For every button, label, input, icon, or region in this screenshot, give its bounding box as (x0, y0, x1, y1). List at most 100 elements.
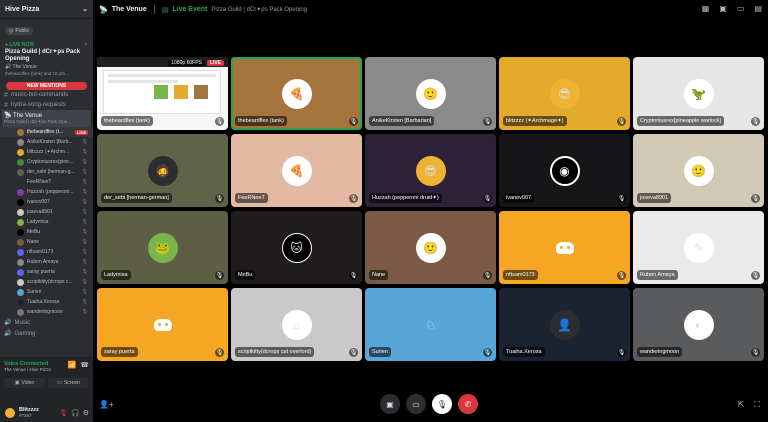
server-header[interactable]: Hive Pizza ⌄ (0, 0, 93, 19)
channel-the-venue[interactable]: 📡 The Venue Pizza Guild | dCr✦ps Pack Op… (2, 110, 91, 127)
voice-user[interactable]: FeeRNeeT 🎙 (0, 177, 93, 187)
participant-name: Cryptoniusrex[pineapple warlock] (637, 116, 725, 126)
screen-share-control[interactable]: ▭ (406, 394, 426, 414)
mic-muted-icon: 🎙 (349, 117, 358, 126)
voice-user[interactable]: joseva8901 🎙 (0, 207, 93, 217)
signal-icon[interactable]: 📶 (68, 361, 77, 369)
voice-user-name: Cryptoniusrex(pine... (27, 159, 74, 165)
channel-music-bot-commands[interactable]: # music-bot-commands (0, 90, 93, 100)
participant-tile[interactable]: 🙂 Nane 🎙 (365, 211, 496, 284)
popout-icon[interactable]: ⇱ (738, 400, 745, 410)
live-event-label[interactable]: Live Event (172, 6, 207, 13)
mic-muted-icon: 🎙 (81, 249, 88, 255)
participant-tile[interactable]: 🙂 AnikeKirsten [Barbarian] 🎙 (365, 57, 496, 130)
mic-muted-icon: 🎙 (617, 194, 626, 203)
category-gaming[interactable]: 🔊 Gaming (0, 328, 93, 339)
close-icon[interactable]: ✕ (84, 42, 88, 48)
voice-user[interactable]: saray puerta 🎙 (0, 267, 93, 277)
live-event-title: Pizza Guild | dCr✦ps Pack Opening (5, 49, 81, 62)
voice-user[interactable]: Cryptoniusrex(pine... 🎙 (0, 157, 93, 167)
participant-tile[interactable]: 🐱 MeBu 🎙 (231, 211, 362, 284)
voice-user[interactable]: thebeardflex (t... LIVE (0, 127, 93, 137)
discord-logo-icon (550, 233, 580, 263)
grid-view-icon[interactable]: ▦ (702, 4, 710, 13)
avatar (17, 238, 24, 246)
voice-user[interactable]: Tuaiha.Xerosa 🎙 (0, 297, 93, 307)
voice-user[interactable]: Surien 🎙 (0, 287, 93, 297)
mic-muted-icon[interactable]: 🎙 (59, 409, 68, 417)
leave-call-button[interactable]: ✆ (458, 394, 478, 414)
avatar: 🙂 (415, 78, 446, 109)
participant-tile[interactable]: ♘ Surien 🎙 (365, 288, 496, 361)
voice-user[interactable]: Nane 🎙 (0, 237, 93, 247)
avatar (17, 158, 24, 166)
participant-tile[interactable]: 😎 blitzzzz (✦Archmage✦) 🎙 (499, 57, 630, 130)
voice-user[interactable]: wanderingmoon 🎙 (0, 307, 93, 317)
fullscreen-icon[interactable]: ⛶ (754, 400, 760, 410)
voice-user-name: Ladymisa (27, 219, 49, 225)
voice-user[interactable]: der_sebi [herman-g... 🎙 (0, 167, 93, 177)
participant-tile[interactable]: saray puerta 🎙 (97, 288, 228, 361)
gear-icon[interactable]: ⚙ (83, 409, 89, 417)
avatar (17, 278, 24, 286)
participant-tile[interactable]: ✎ Ruben Amaya 🎙 (633, 211, 764, 284)
screen-share-button[interactable]: ▭ Screen (48, 378, 89, 388)
avatar: 🐸 (147, 232, 178, 263)
category-music[interactable]: 🔊 Music (0, 317, 93, 328)
participant-name: der_sebi [herman-german] (101, 193, 172, 203)
participant-tile[interactable]: 🐸 Ladymisa 🎙 (97, 211, 228, 284)
voice-user[interactable]: nftsam0173 🎙 (0, 247, 93, 257)
avatar: 🙂 (683, 155, 714, 186)
mic-muted-icon: 🎙 (81, 189, 88, 195)
voice-user[interactable]: Ladymisa 🎙 (0, 217, 93, 227)
voice-location[interactable]: The Venue / Hive Pizza (4, 367, 51, 372)
voice-user[interactable]: Ruben Amaya 🎙 (0, 257, 93, 267)
headphones-icon[interactable]: 🎧 (71, 409, 80, 417)
live-now-label: ● LIVE NOW (5, 42, 35, 48)
inbox-icon[interactable]: ▤ (754, 4, 762, 13)
voice-user[interactable]: scriptkitty(dcrops c... 🎙 (0, 277, 93, 287)
participant-tile[interactable]: ⌂ scriptkitty(dcrops cat overlord) 🎙 (231, 288, 362, 361)
participant-tile[interactable]: ◉ ivanov007 🎙 (499, 134, 630, 207)
screen-share-tile[interactable]: 1080p 60FPS LIVE thebeardflex (tank) 🎙 (97, 57, 228, 130)
participant-tile[interactable]: nftsam0173 🎙 (499, 211, 630, 284)
video-button[interactable]: ▣ Video (4, 378, 45, 388)
camera-toggle-button[interactable]: ▣ (380, 394, 400, 414)
participant-tile[interactable]: 🙂 joseva8901 🎙 (633, 134, 764, 207)
voice-user-name: Huzzah (pepperoni... (27, 189, 74, 195)
mic-muted-icon: 🎙 (81, 279, 88, 285)
server-name: Hive Pizza (5, 5, 40, 13)
voice-user[interactable]: ivanov007 🎙 (0, 197, 93, 207)
participant-tile[interactable]: 👤 Tuaiha.Xerosa 🎙 (499, 288, 630, 361)
voice-user[interactable]: blitzzzz (✦Archm... 🎙 (0, 147, 93, 157)
participant-tile[interactable]: 🧔 der_sebi [herman-german] 🎙 (97, 134, 228, 207)
voice-user-name: blitzzzz (✦Archm... (27, 149, 70, 155)
voice-user-name: saray puerta (27, 269, 55, 275)
participant-tile[interactable]: 😎 Huzzah (pepperoni druid✦) 🎙 (365, 134, 496, 207)
channel-hydra-song-requests[interactable]: # hydra-song-requests (0, 100, 93, 110)
mic-muted-icon: 🎙 (81, 229, 88, 235)
live-event-card[interactable]: ● LIVE NOW ✕ Pizza Guild | dCr✦ps Pack O… (3, 40, 90, 78)
avatar (17, 258, 24, 266)
voice-user[interactable]: AnikeKirsten [Barb... 🎙 (0, 137, 93, 147)
avatar (17, 268, 24, 276)
mic-toggle-button[interactable]: 🎙 (432, 394, 452, 414)
participant-tile[interactable]: 🦖 Cryptoniusrex[pineapple warlock] 🎙 (633, 57, 764, 130)
participant-tile[interactable]: 🍕 FeeRNeeT 🎙 (231, 134, 362, 207)
voice-user[interactable]: Huzzah (pepperoni... 🎙 (0, 187, 93, 197)
new-mentions-button[interactable]: NEW MENTIONS (6, 82, 87, 90)
chat-icon[interactable]: ▭ (737, 4, 745, 13)
voice-user[interactable]: MeBu 🎙 (0, 227, 93, 237)
add-user-icon[interactable]: 👤+ (99, 400, 114, 409)
participant-tile[interactable]: 🍕 thebeardflex (tank) 🎙 (231, 57, 362, 130)
avatar (17, 208, 24, 216)
participant-name: nftsam0173 (503, 270, 538, 280)
avatar[interactable] (4, 406, 16, 419)
avatar: 🍕 (281, 155, 312, 186)
disconnect-icon[interactable]: ☎ (80, 361, 89, 369)
focus-view-icon[interactable]: ▣ (719, 4, 727, 13)
speaker-icon: 🔊 (4, 331, 12, 337)
voice-user-name: Ruben Amaya (27, 259, 59, 265)
participant-tile[interactable]: ◐ wanderingmoon 🎙 (633, 288, 764, 361)
avatar (17, 148, 24, 156)
